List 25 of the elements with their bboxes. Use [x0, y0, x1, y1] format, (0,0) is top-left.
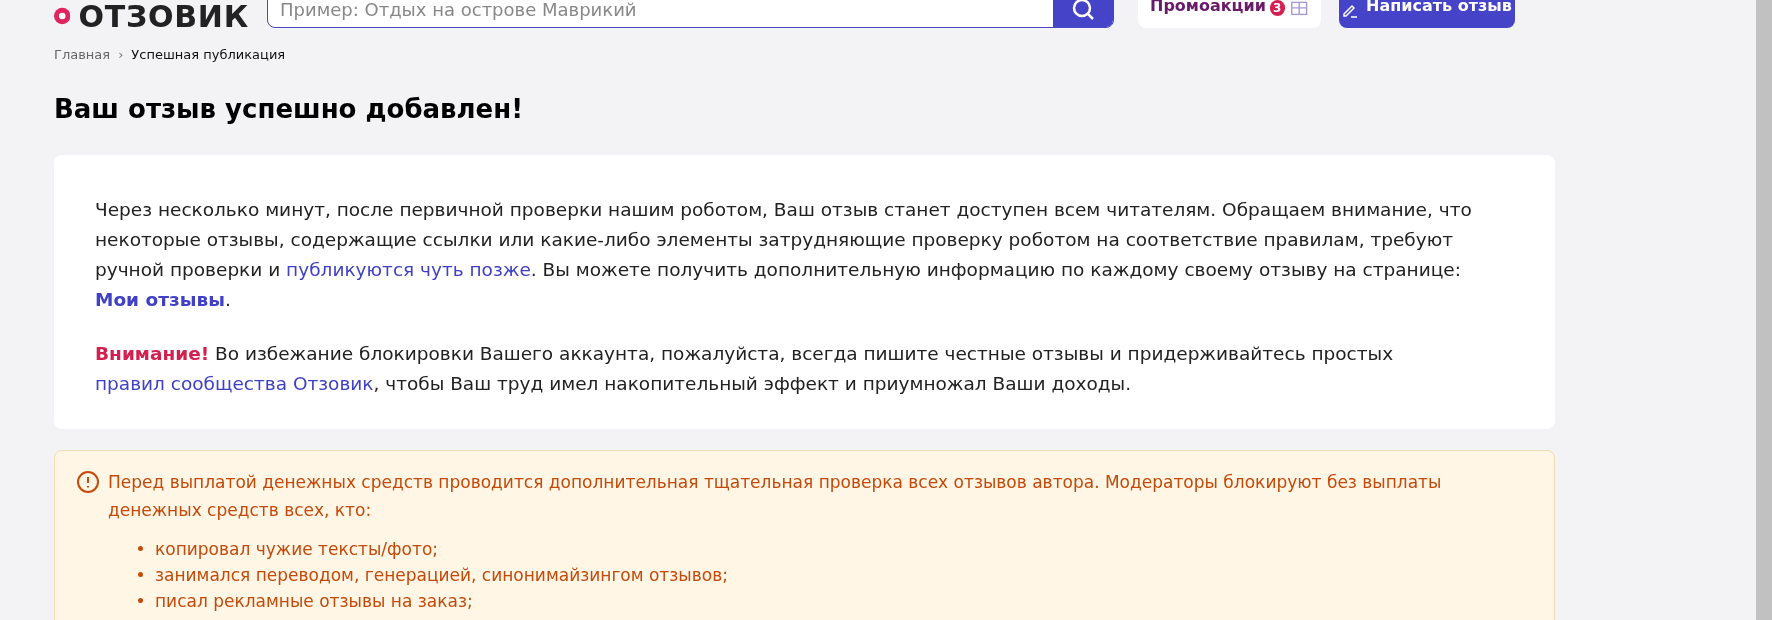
write-review-button[interactable]: Написать отзыв [1339, 0, 1515, 28]
bullet-icon [138, 572, 143, 577]
promo-button[interactable]: Промоакции 3 [1138, 0, 1321, 28]
pencil-icon [1342, 2, 1359, 18]
logo-text: ОТЗОВИК [78, 0, 249, 28]
page-title: Ваш отзыв успешно добавлен! [54, 92, 525, 126]
warning-item: копировал чужие тексты/фото; [155, 537, 439, 561]
text-link[interactable]: Мои отзывы [95, 288, 225, 310]
current-page-label: Успешная публикация [131, 46, 286, 64]
text-link[interactable]: публикуются чуть позже [286, 258, 531, 280]
message-paragraph: Через несколько минут, после первичной проверки нашим роботом, Ваш отзыв станет доступен всем читателям. Обращаем внимание, что некоторые отзывы, содержащие ссылки или какие-либо элементы затрудняющие проверку роботом на соответствие правилам, требуют ручной проверки и публикуются чуть позже. Вы можете получить дополнительную информацию по каждому своему отзыву на странице: Мои отзывы. [95, 197, 1473, 312]
exclamation-icon [76, 469, 100, 494]
bullet-icon [138, 546, 143, 551]
chevron-icon: › [118, 45, 124, 65]
search-icon [1071, 0, 1095, 21]
text-link[interactable]: правил сообщества Отзовик [95, 372, 374, 394]
bullet-icon [138, 598, 143, 603]
count-badge: 3 [1269, 0, 1285, 16]
warning-item: писал рекламные отзывы на заказ; [155, 589, 473, 613]
warning-text: Перед выплатой денежных средств проводится дополнительная тщательная проверка всех отзывов автора. Модераторы блокируют без выплаты денежных средств всех, кто: [108, 470, 1443, 522]
breadcrumb-link[interactable]: Главная [54, 45, 111, 65]
scrollbar[interactable] [1756, 0, 1772, 620]
warning-item: занимался переводом, генерацией, синонимайзингом отзывов; [155, 563, 728, 587]
message-paragraph: Внимание! Во избежание блокировки Вашего аккаунта, пожалуйста, всегда пишите честные отзывы и придерживайтесь простых правил сообщества Отзовик, чтобы Ваш труд имел накопительный эффект и приумножал Ваши доходы. [95, 341, 1395, 396]
gift-icon [1288, 0, 1309, 18]
